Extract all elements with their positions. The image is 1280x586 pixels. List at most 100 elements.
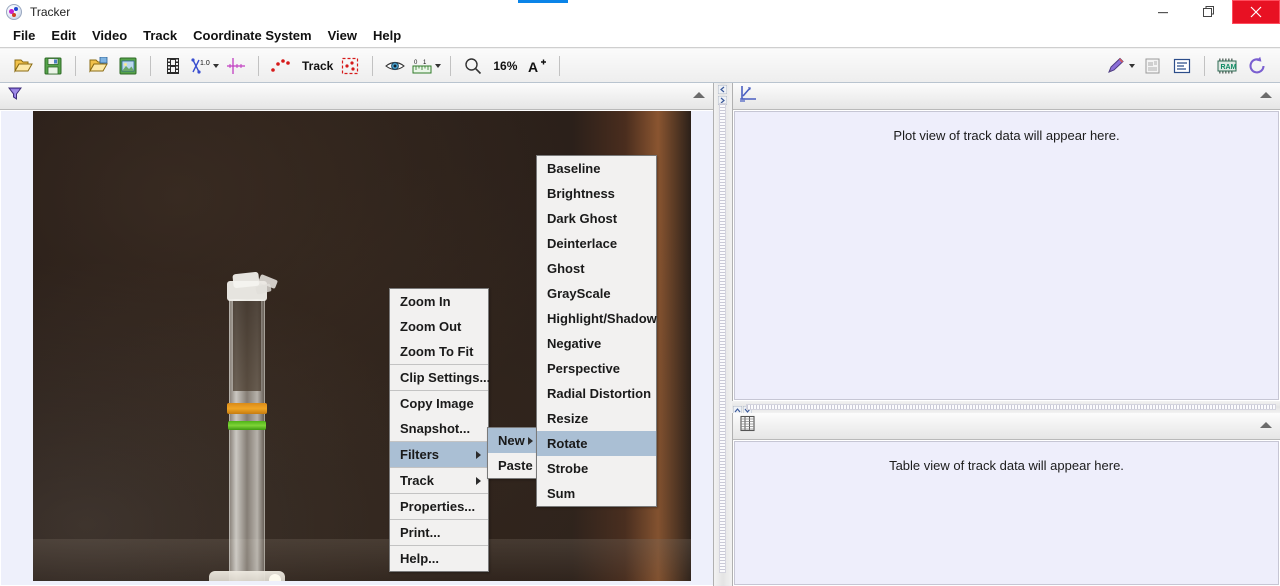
context-menu-item-zoom-to-fit[interactable]: Zoom To Fit (390, 339, 488, 364)
new-filter-item-highlight-shadow[interactable]: Highlight/Shadow (537, 306, 657, 331)
new-filter-item-radial-distortion[interactable]: Radial Distortion (537, 381, 656, 406)
menu-coordinate-system[interactable]: Coordinate System (186, 25, 318, 46)
new-filter-item-resize[interactable]: Resize (537, 406, 656, 431)
eye-visibility-icon[interactable] (382, 53, 408, 79)
right-panels: Plot view of track data will appear here… (732, 83, 1280, 586)
horizontal-splitter[interactable] (732, 401, 1280, 416)
filter-funnel-icon[interactable] (6, 86, 24, 107)
new-filter-item-sum[interactable]: Sum (537, 481, 656, 506)
close-button[interactable] (1232, 0, 1280, 24)
video-clip-icon[interactable] (160, 53, 186, 79)
open-library-icon[interactable] (85, 53, 111, 79)
context-menu-item-properties[interactable]: Properties... (390, 494, 488, 519)
new-filter-item-negative[interactable]: Negative (537, 331, 656, 356)
table-panel-collapse-icon[interactable] (1260, 422, 1272, 428)
plot-panel-header (733, 83, 1280, 110)
filters-submenu: New Paste (487, 427, 541, 479)
context-menu-item-copy-image[interactable]: Copy Image (390, 391, 488, 416)
autotracker-icon[interactable] (337, 53, 363, 79)
table-grid-icon[interactable] (739, 415, 756, 437)
open-file-icon[interactable] (10, 53, 36, 79)
svg-text:A: A (528, 59, 538, 75)
toolbar-separator (559, 55, 561, 76)
submenu-arrow-icon (528, 437, 533, 445)
font-size-icon[interactable]: A (524, 53, 550, 79)
table-panel-header (733, 413, 1280, 440)
new-filter-item-ghost[interactable]: Ghost (537, 256, 656, 281)
data-tool-icon[interactable] (1169, 53, 1195, 79)
new-filter-item-brightness[interactable]: Brightness (537, 181, 656, 206)
context-menu-item-clip-settings[interactable]: Clip Settings... (390, 365, 490, 390)
context-menu-item-filters[interactable]: Filters (390, 442, 488, 467)
context-menu-item-print[interactable]: Print... (390, 520, 488, 545)
plot-panel-body: Plot view of track data will appear here… (734, 111, 1279, 400)
new-filter-item-rotate[interactable]: Rotate (537, 431, 656, 456)
menu-bar: File Edit Video Track Coordinate System … (0, 24, 1280, 48)
new-filter-item-deinterlace[interactable]: Deinterlace (537, 231, 656, 256)
memory-ram-icon[interactable]: RAM (1214, 53, 1240, 79)
drawing-pencil-icon[interactable] (1106, 53, 1135, 79)
toolbar-separator (372, 55, 374, 76)
toolbar-separator (1204, 55, 1205, 76)
video-panel-collapse-icon[interactable] (693, 92, 705, 98)
menu-track[interactable]: Track (136, 25, 184, 46)
test-tube-object (209, 271, 285, 581)
zoom-level-display[interactable]: 16% (490, 53, 520, 79)
title-accent-bar (518, 0, 568, 3)
chevron-down-icon[interactable] (435, 63, 442, 68)
ruler-icon[interactable]: 0 1 (412, 53, 442, 79)
window-title: Tracker (30, 5, 71, 19)
menu-help[interactable]: Help (366, 25, 408, 46)
context-menu-item-zoom-out[interactable]: Zoom Out (390, 314, 488, 339)
axes-icon[interactable] (223, 53, 249, 79)
svg-text:1: 1 (423, 60, 427, 66)
menu-file[interactable]: File (6, 25, 42, 46)
zoom-magnifier-icon[interactable] (460, 53, 486, 79)
tracker-logo-icon (6, 4, 22, 20)
new-filter-item-dark-ghost[interactable]: Dark Ghost (537, 206, 656, 231)
plot-graph-icon[interactable] (739, 85, 757, 107)
svg-text:0: 0 (414, 60, 418, 66)
zoom-level-label: 16% (493, 58, 518, 73)
table-panel-body: Table view of track data will appear her… (734, 441, 1279, 585)
notes-icon[interactable] (1139, 53, 1165, 79)
restore-button[interactable] (1186, 0, 1232, 24)
context-menu-item-zoom-in[interactable]: Zoom In (390, 289, 488, 314)
title-bar: Tracker (0, 0, 1280, 24)
table-panel: Table view of track data will appear her… (732, 413, 1280, 586)
track-icon[interactable] (268, 53, 294, 79)
new-filter-item-perspective[interactable]: Perspective (537, 356, 656, 381)
context-menu-item-snapshot[interactable]: Snapshot... (390, 416, 488, 441)
context-menu-item-track[interactable]: Track (390, 468, 488, 493)
track-button[interactable]: Track (298, 53, 333, 79)
minimize-button[interactable] (1140, 0, 1186, 24)
plot-panel-collapse-icon[interactable] (1260, 92, 1272, 98)
chevron-down-icon[interactable] (1129, 63, 1135, 68)
chevron-down-icon[interactable] (213, 63, 219, 68)
new-filter-item-grayscale[interactable]: GrayScale (537, 281, 656, 306)
save-library-icon[interactable] (115, 53, 141, 79)
context-menu-item-track-label: Track (400, 473, 434, 488)
new-filter-item-strobe[interactable]: Strobe (537, 456, 656, 481)
toolbar-separator (75, 55, 76, 76)
context-menu-item-filters-label: Filters (400, 447, 440, 462)
calibration-icon[interactable]: 1.0 (190, 53, 219, 79)
plot-panel: Plot view of track data will appear here… (732, 83, 1280, 401)
horizontal-splitter-grip[interactable] (746, 404, 1276, 410)
splitter-collapse-up-icon[interactable] (732, 402, 743, 416)
filters-submenu-item-paste[interactable]: Paste (488, 453, 540, 478)
vertical-splitter[interactable] (714, 83, 732, 586)
menu-view[interactable]: View (321, 25, 364, 46)
menu-edit[interactable]: Edit (44, 25, 83, 46)
toolbar: 1.0 Track 0 1 16% A RAM (0, 49, 1280, 83)
refresh-icon[interactable] (1244, 53, 1270, 79)
menu-video[interactable]: Video (85, 25, 134, 46)
new-filter-item-baseline[interactable]: Baseline (537, 156, 656, 181)
save-icon[interactable] (40, 53, 66, 79)
filters-submenu-item-new[interactable]: New (488, 428, 540, 453)
video-context-menu: Zoom In Zoom Out Zoom To Fit Clip Settin… (389, 288, 490, 572)
toolbar-separator (258, 55, 259, 76)
splitter-grip[interactable] (719, 103, 726, 573)
context-menu-item-help[interactable]: Help... (390, 546, 488, 571)
splitter-collapse-left-icon[interactable] (718, 85, 727, 94)
